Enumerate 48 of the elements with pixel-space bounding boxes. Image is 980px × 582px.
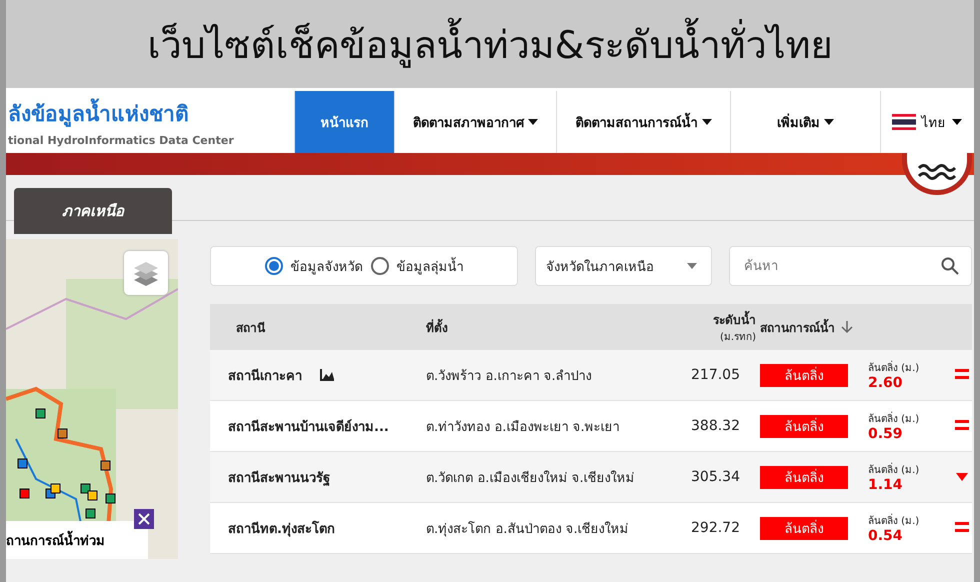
column-header: สถานี [236,320,265,334]
station-name[interactable]: สถานีเกาะคา [228,364,302,386]
location: ต.ท่าวังทอง อ.เมืองพะเยา จ.พะเยา [426,420,620,434]
map[interactable]: ถานการณ์น้ำท่วม [6,239,178,559]
flag-icon [892,114,916,130]
status-badge: ล้นตลิ่ง [760,516,848,540]
caret-icon [952,119,962,125]
water-level: 388.32 [691,418,740,434]
search-field[interactable]: ค้นหา [729,246,972,286]
station-name[interactable]: สถานีสะพานนวรัฐ [228,466,330,488]
nav-menu-item[interactable]: หน้าแรก [294,91,394,153]
close-icon [138,513,150,525]
threshold-label: ล้นตลิ่ง (ม.) [868,360,920,374]
close-button[interactable] [134,509,154,529]
water-level: 305.34 [691,469,740,485]
status-badge: ล้นตลิ่ง [760,414,848,438]
radio-option[interactable]: ข้อมูลจังหวัด [264,256,362,276]
sort-arrow-icon[interactable] [841,320,853,334]
radio-option[interactable]: ข้อมูลลุ่มน้ำ [370,256,464,276]
banner-title: เว็บไซต์เช็คข้อมูลน้ำท่วม&ระดับน้ำทั่วไทย [148,14,832,74]
water-level: 292.72 [691,520,740,536]
site-title: ลังข้อมูลน้ำแห่งชาติ [8,97,294,130]
chart-icon[interactable] [320,369,334,381]
column-header: สถานการณ์น้ำ [760,318,835,336]
column-header: ที่ตั้ง [426,320,448,334]
threshold-value: 0.54 [868,528,904,544]
location: ต.วัดเกต อ.เมืองเชียงใหม่ จ.เชียงใหม่ [426,470,635,486]
search-icon [941,257,959,275]
status-badge: ล้นตลิ่ง [760,364,848,386]
caret-icon [687,263,697,269]
threshold-label: ล้นตลิ่ง (ม.) [868,512,920,528]
region-dropdown[interactable]: จังหวัดในภาคเหนือ [535,246,712,286]
threshold-value: 0.59 [868,426,904,442]
site-subtitle: tional HydroInformatics Data Center [8,134,235,147]
layers-button[interactable] [124,251,168,295]
search-input[interactable]: ค้นหา [742,258,941,274]
region-tab[interactable]: ภาคเหนือ [14,188,172,234]
location: ต.วังพร้าว อ.เกาะคา จ.ลำปาง [426,368,592,384]
threshold-value: 2.60 [868,374,904,390]
status-badge: ล้นตลิ่ง [760,466,848,488]
popup-text: ถานการณ์น้ำท่วม [6,530,105,550]
layers-icon [132,260,160,286]
threshold-label: ล้นตลิ่ง (ม.) [868,410,920,426]
location: ต.ทุ่งสะโตก อ.สันป่าตอง จ.เชียงใหม่ [426,522,629,536]
water-level: 217.05 [691,367,740,383]
column-header: ระดับน้ำ (ม.รทก) [676,310,756,344]
threshold-label: ล้นตลิ่ง (ม.) [868,462,920,476]
threshold-value: 1.14 [868,476,904,492]
